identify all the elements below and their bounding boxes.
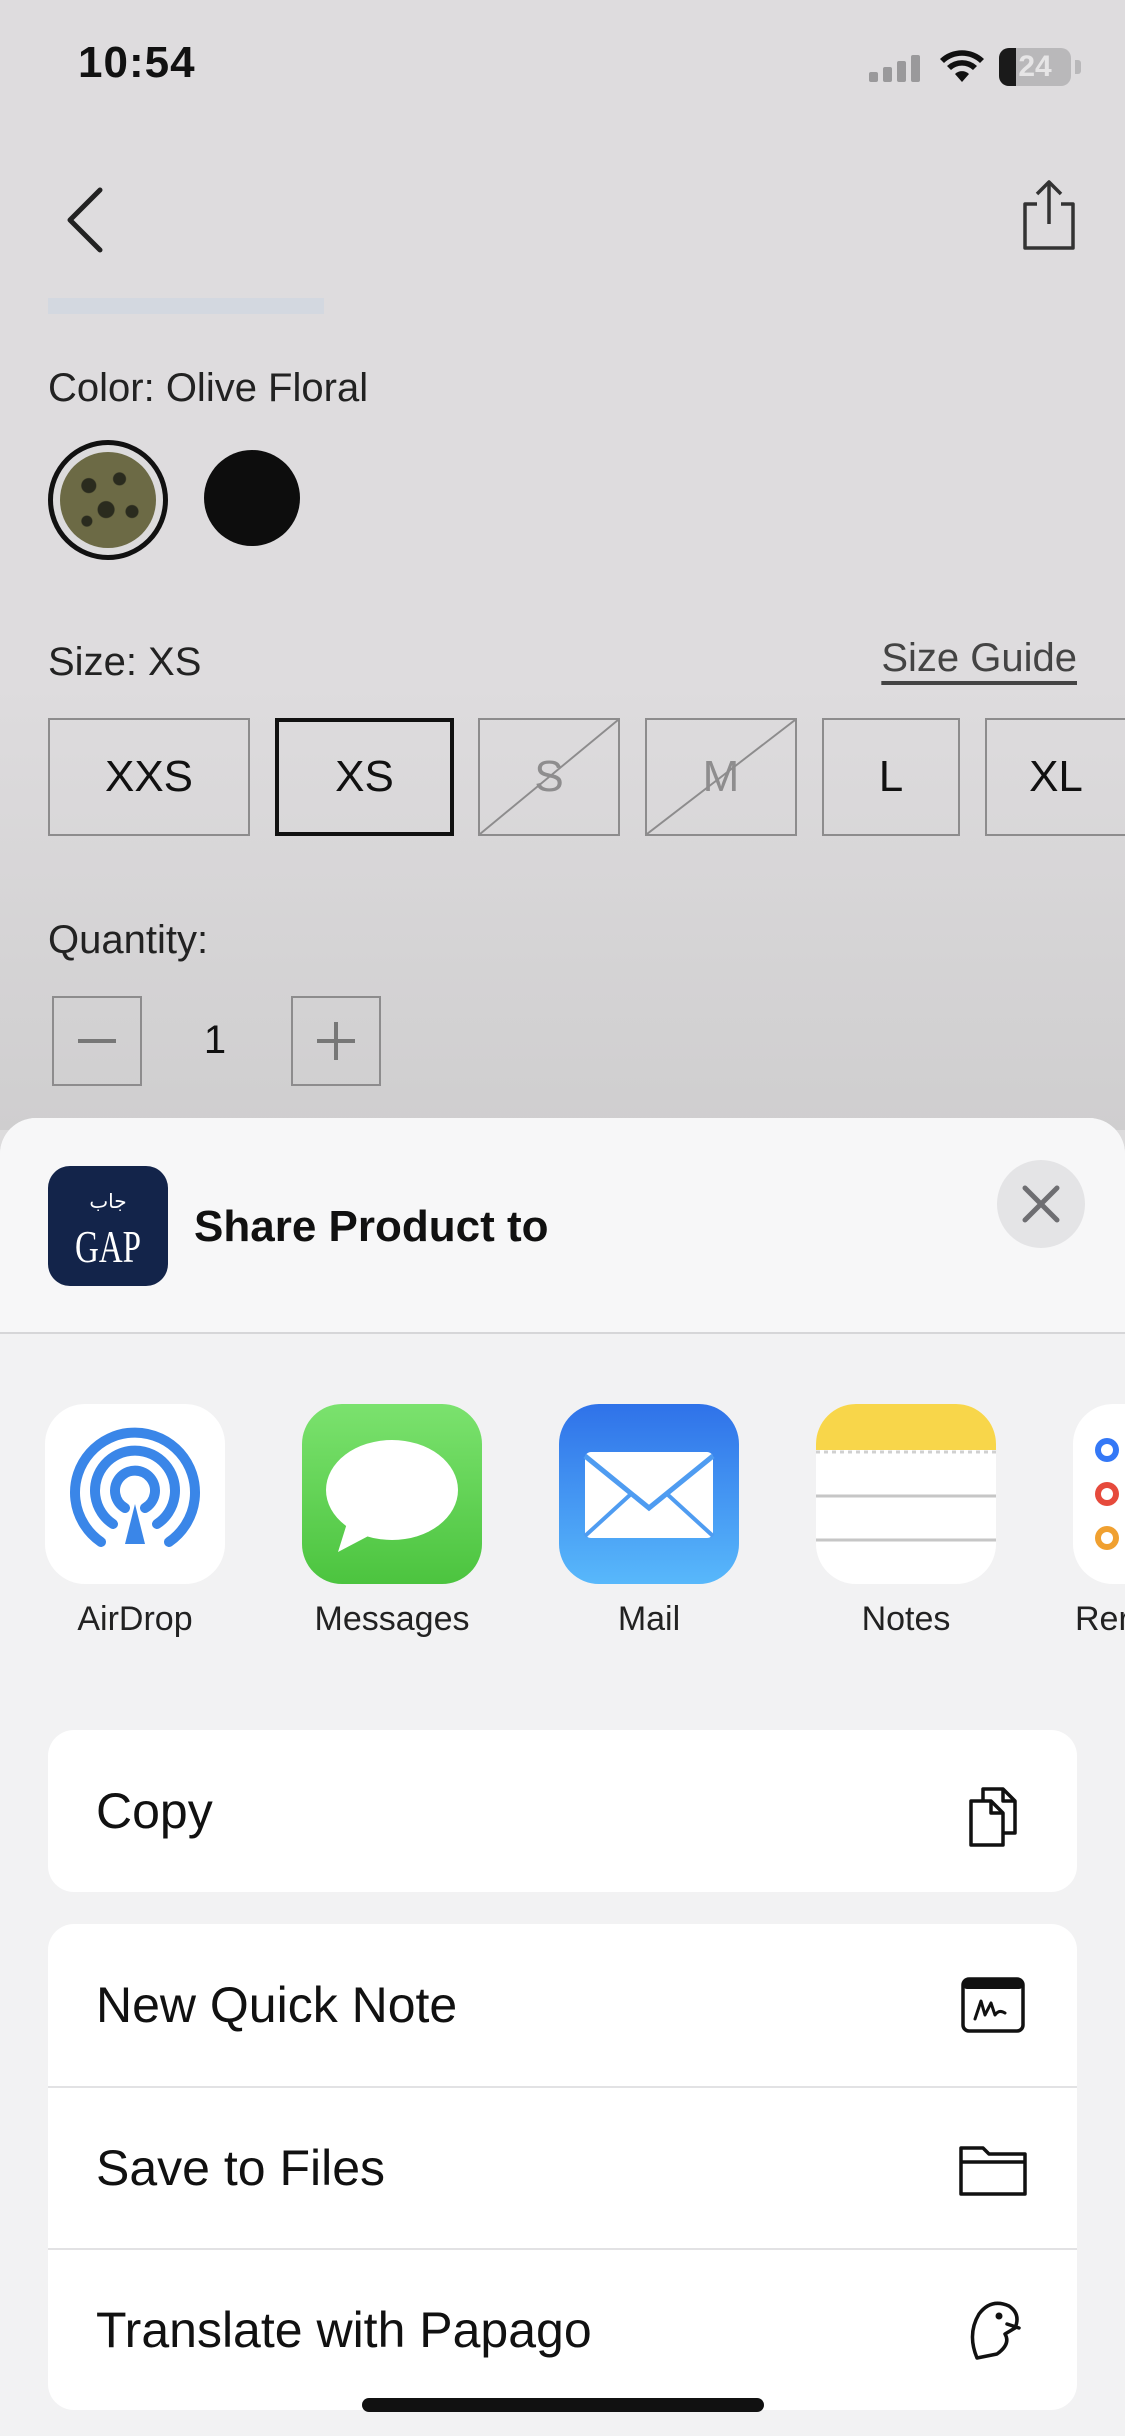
quantity-decrease-button[interactable]	[52, 996, 142, 1086]
size-guide-link[interactable]: Size Guide	[881, 636, 1077, 681]
action-group-copy: Copy	[48, 1730, 1077, 1892]
battery-cap	[1075, 60, 1081, 74]
battery-level: 24	[1018, 50, 1052, 83]
quantity-label: Quantity:	[48, 918, 209, 962]
share-sheet-title: Share Product to	[194, 1202, 549, 1251]
share-icon[interactable]	[1019, 176, 1079, 252]
size-button-xs[interactable]: XS	[275, 718, 454, 836]
nav-bar	[0, 140, 1125, 300]
home-indicator[interactable]	[362, 2398, 764, 2412]
reminders-icon	[1073, 1404, 1125, 1584]
quick-note-icon	[961, 1977, 1025, 2033]
app-label: Mail	[617, 1600, 681, 1638]
signal-icon	[869, 55, 920, 82]
share-app-reminders[interactable]: Rer	[1053, 1404, 1125, 1639]
status-icons: 24	[869, 48, 1081, 86]
action-label: Copy	[96, 1783, 213, 1839]
close-icon	[1022, 1185, 1060, 1223]
share-app-mail[interactable]: Mail	[539, 1404, 759, 1639]
status-bar: 10:54 24	[0, 0, 1125, 140]
size-button-s[interactable]: S	[478, 718, 620, 836]
folder-icon	[959, 2146, 1027, 2196]
size-button-m[interactable]: M	[645, 718, 797, 836]
product-page: 10:54 24 Color: Olive Floral Size: XS Si…	[0, 0, 1125, 1130]
close-button[interactable]	[997, 1160, 1085, 1248]
share-apps-row: AirDrop Messages Mail Notes Rer	[0, 1404, 1125, 1664]
svg-text:GAP: GAP	[75, 1221, 141, 1272]
color-label: Color: Olive Floral	[48, 366, 369, 410]
product-image-edge	[48, 298, 324, 314]
action-label: New Quick Note	[96, 1977, 458, 2033]
action-label: Translate with Papago	[96, 2302, 592, 2358]
app-label: AirDrop	[77, 1600, 193, 1638]
svg-text:جاب: جاب	[89, 1189, 126, 1213]
app-label: Messages	[314, 1600, 470, 1638]
app-label: Rer	[1075, 1600, 1125, 1638]
quantity-increase-button[interactable]	[291, 996, 381, 1086]
share-app-airdrop[interactable]: AirDrop	[25, 1404, 245, 1639]
mail-icon	[559, 1404, 739, 1584]
action-group-more: New Quick Note Save to Files Translate w…	[48, 1924, 1077, 2410]
gap-logo: جاب GAP	[75, 1189, 141, 1272]
action-translate-papago[interactable]: Translate with Papago	[48, 2248, 1077, 2410]
size-button-l[interactable]: L	[822, 718, 960, 836]
plus-icon	[317, 1022, 355, 1060]
action-copy[interactable]: Copy	[48, 1730, 1077, 1892]
share-app-messages[interactable]: Messages	[282, 1404, 502, 1639]
unavailable-strike	[480, 720, 618, 834]
size-button-label: XL	[1029, 752, 1083, 801]
share-sheet-header: جاب GAP Share Product to	[0, 1118, 1125, 1334]
size-button-label: XXS	[104, 752, 194, 801]
size-label: Size: XS	[48, 640, 202, 684]
action-label: Save to Files	[96, 2140, 386, 2196]
app-label: Notes	[861, 1600, 951, 1638]
status-time: 10:54	[78, 38, 196, 87]
action-save-to-files[interactable]: Save to Files	[48, 2086, 1077, 2248]
chevron-left-icon[interactable]	[52, 180, 122, 260]
size-button-label: XS	[335, 752, 394, 801]
minus-icon	[78, 1039, 116, 1043]
wifi-icon	[940, 50, 984, 82]
size-button-label: L	[878, 752, 904, 801]
copy-icon	[969, 1787, 1017, 1847]
action-new-quick-note[interactable]: New Quick Note	[48, 1924, 1077, 2086]
quantity-value: 1	[203, 1018, 227, 1062]
airdrop-icon	[45, 1404, 225, 1584]
swatch-black[interactable]	[204, 450, 300, 546]
share-app-notes[interactable]: Notes	[796, 1404, 1016, 1639]
papago-icon	[970, 2301, 1021, 2360]
gap-app-icon: جاب GAP	[48, 1166, 168, 1286]
notes-icon	[816, 1404, 996, 1584]
size-button-xxs[interactable]: XXS	[48, 718, 250, 836]
messages-icon	[302, 1404, 482, 1584]
swatch-olive-floral-pattern	[60, 452, 156, 548]
share-sheet: جاب GAP Share Product to AirDrop Message…	[0, 1118, 1125, 2436]
unavailable-strike	[647, 720, 795, 834]
battery-icon: 24	[999, 48, 1071, 86]
swatch-olive-floral[interactable]	[48, 440, 168, 560]
size-button-xl[interactable]: XL	[985, 718, 1125, 836]
